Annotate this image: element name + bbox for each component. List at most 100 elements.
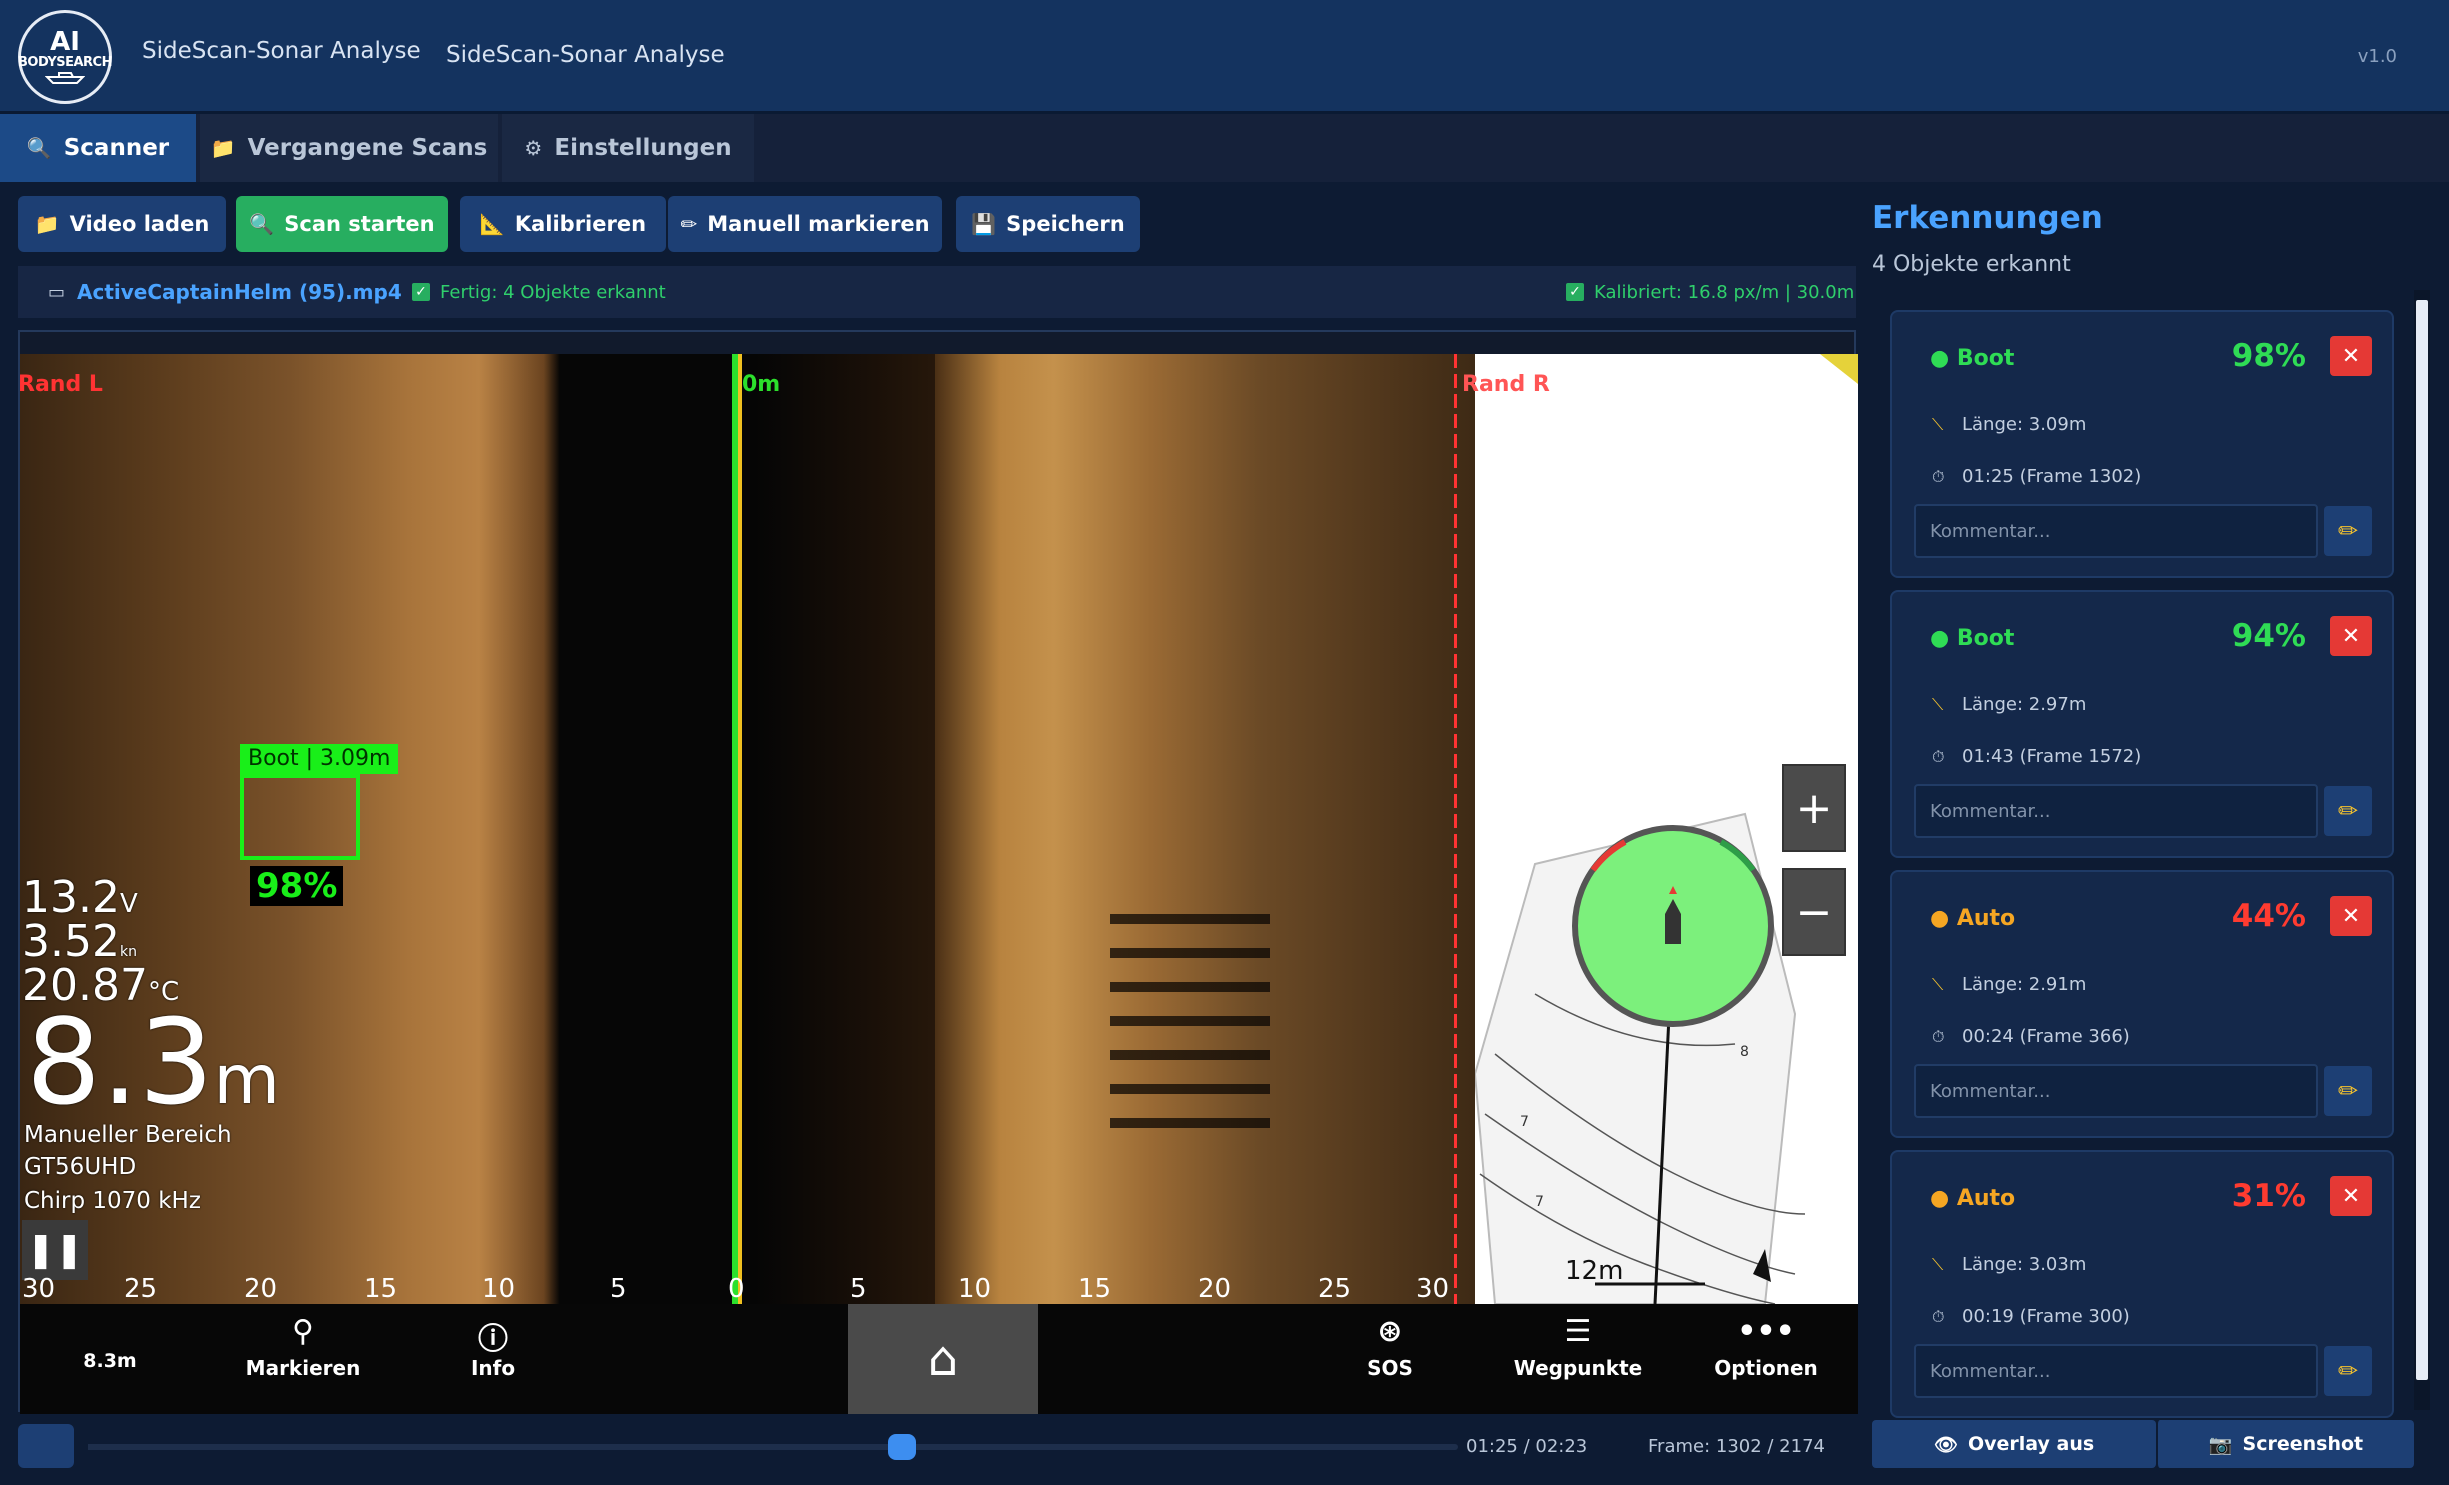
detection-confidence: 94%: [2231, 618, 2306, 654]
delete-detection-button[interactable]: ✕: [2330, 616, 2372, 656]
water-column-left: [560, 354, 750, 1304]
detection-length: ⟍ Länge: 2.91m: [1932, 974, 2086, 995]
start-scan-button[interactable]: 🔍 Scan starten: [236, 196, 448, 252]
length-text: Länge: 3.09m: [1962, 414, 2087, 435]
ruler-icon: ⟍: [1932, 414, 1944, 434]
tab-label: Scanner: [63, 135, 170, 161]
pencil-icon: ✏: [680, 212, 698, 236]
app-subtitle: SideScan-Sonar Analyse: [446, 42, 725, 68]
map-zoom-in-button[interactable]: +: [1782, 764, 1846, 852]
left-edge-label: Rand L: [20, 372, 103, 397]
stopwatch-icon: ⏱: [1932, 1306, 1945, 1326]
time-readout: 01:25 / 02:23: [1466, 1436, 1588, 1457]
detection-confidence: 98%: [250, 866, 344, 906]
close-icon: ✕: [2341, 1183, 2361, 1209]
button-label: Overlay aus: [1967, 1433, 2095, 1455]
delete-detection-button[interactable]: ✕: [2330, 1176, 2372, 1216]
file-status-bar: ▭ ActiveCaptainHelm (95).mp4 ✓ Fertig: 4 O…: [18, 266, 1856, 318]
water-column-right: [755, 354, 955, 1304]
manual-mark-button[interactable]: ✏ Manuell markieren: [668, 196, 942, 252]
scale-tick: 10: [482, 1274, 516, 1304]
scale-tick: 15: [1078, 1274, 1112, 1304]
home-button[interactable]: ⌂: [848, 1304, 1038, 1414]
ruler-icon: ⟍: [1932, 694, 1944, 714]
detection-list-scrollbar[interactable]: [2414, 290, 2430, 1410]
sonar-viewer[interactable]: 12m 8 7 7 + − Rand L 0m Rand R Boot | 3.…: [18, 330, 1858, 1414]
detection-card[interactable]: ● Boot 98% ✕ ⟍ Länge: 3.09m ⏱ 01:25 (Frame…: [1890, 310, 2394, 578]
delete-detection-button[interactable]: ✕: [2330, 896, 2372, 936]
info-icon: ⓘ: [478, 1322, 508, 1357]
detection-length: ⟍ Länge: 3.03m: [1932, 1254, 2086, 1275]
panel-subtitle: 4 Objekte erkannt: [1872, 252, 2071, 277]
button-label: Scan starten: [284, 212, 435, 236]
gear-icon: ⚙: [524, 136, 543, 160]
ruler-icon: ⟍: [1932, 1254, 1944, 1274]
edit-comment-button[interactable]: ✏: [2324, 1346, 2372, 1396]
edit-comment-button[interactable]: ✏: [2324, 786, 2372, 836]
edit-comment-button[interactable]: ✏: [2324, 1066, 2372, 1116]
detection-list: ● Boot 98% ✕ ⟍ Länge: 3.09m ⏱ 01:25 (Frame…: [1890, 310, 2394, 1420]
time-text: 00:24 (Frame 366): [1962, 1026, 2130, 1047]
ruler-icon: ⟍: [1932, 974, 1944, 994]
scale-tick: 20: [1198, 1274, 1232, 1304]
play-button[interactable]: [18, 1424, 74, 1468]
info-menu-button[interactable]: ⓘ Info: [423, 1314, 563, 1380]
eye-icon: 👁: [1933, 1433, 1958, 1456]
more-dots-icon: •••: [1737, 1314, 1795, 1349]
close-icon: ✕: [2341, 343, 2361, 369]
menu-label: Info: [470, 1356, 516, 1380]
device-model: GT56UHD: [24, 1154, 137, 1180]
button-label: Speichern: [1006, 212, 1125, 236]
lifebuoy-icon: ⊛: [1377, 1314, 1403, 1349]
detection-card[interactable]: ● Boot 94% ✕ ⟍ Länge: 2.97m ⏱ 01:43 (Frame…: [1890, 590, 2394, 858]
tab-label: Vergangene Scans: [247, 135, 488, 161]
sonar-right-texture: [935, 354, 1475, 1304]
map-distance: 12m: [1565, 1256, 1624, 1286]
time-text: 01:25 (Frame 1302): [1962, 466, 2142, 487]
scan-status: ✓ Fertig: 4 Objekte erkannt: [412, 282, 666, 303]
check-icon: ✓: [1566, 283, 1584, 301]
right-edge-label: Rand R: [1462, 372, 1550, 397]
tab-past-scans[interactable]: 📁 Vergangene Scans: [200, 114, 498, 182]
scrollbar-thumb[interactable]: [2416, 300, 2428, 1380]
tab-scanner[interactable]: 🔍 Scanner: [0, 114, 196, 182]
speed-unit: kn: [119, 944, 137, 960]
comment-input[interactable]: [1914, 784, 2318, 838]
time-text: 01:43 (Frame 1572): [1962, 746, 2142, 767]
sos-menu-button[interactable]: ⊛ SOS: [1320, 1314, 1460, 1380]
home-icon: ⌂: [927, 1331, 959, 1387]
search-icon: 🔍: [26, 136, 52, 160]
screenshot-button[interactable]: 📷 Screenshot: [2156, 1420, 2414, 1468]
delete-detection-button[interactable]: ✕: [2330, 336, 2372, 376]
scale-tick: 0: [728, 1274, 745, 1304]
pause-button[interactable]: ❚❚: [22, 1220, 88, 1280]
waypoints-menu-button[interactable]: ☰ Wegpunkte: [1508, 1314, 1648, 1380]
detection-length: ⟍ Länge: 3.09m: [1932, 414, 2086, 435]
tab-settings[interactable]: ⚙ Einstellungen: [502, 114, 754, 182]
comment-input[interactable]: [1914, 1344, 2318, 1398]
comment-input[interactable]: [1914, 1064, 2318, 1118]
calibration-status: ✓ Kalibriert: 16.8 px/m | 30.0m: [1566, 282, 1854, 303]
button-label: Kalibrieren: [514, 212, 647, 236]
file-name-text: ActiveCaptainHelm (95).mp4: [77, 280, 402, 304]
save-button[interactable]: 💾 Speichern: [956, 196, 1140, 252]
edit-comment-button[interactable]: ✏: [2324, 506, 2372, 556]
calibrate-button[interactable]: 📐 Kalibrieren: [460, 196, 666, 252]
comment-input[interactable]: [1914, 504, 2318, 558]
detection-card[interactable]: ● Auto 31% ✕ ⟍ Länge: 3.03m ⏱ 00:19 (Frame…: [1890, 1150, 2394, 1418]
overlay-toggle-button[interactable]: 👁 Overlay aus: [1872, 1420, 2156, 1468]
frame-readout: Frame: 1302 / 2174: [1648, 1436, 1825, 1457]
map-zoom-out-button[interactable]: −: [1782, 868, 1846, 956]
load-video-button[interactable]: 📁 Video laden: [18, 196, 226, 252]
timeline-slider[interactable]: [88, 1434, 1458, 1460]
pencil-icon: ✏: [2337, 1077, 2359, 1105]
menu-label: Optionen: [1714, 1356, 1818, 1380]
mark-menu-button[interactable]: ⚲ Markieren: [233, 1314, 373, 1380]
close-icon: ✕: [2341, 623, 2361, 649]
center-line-accent: [738, 354, 742, 1304]
app-header: AI BODYSEARCH SideScan-Sonar Analyse Sid…: [0, 0, 2449, 114]
detection-card[interactable]: ● Auto 44% ✕ ⟍ Länge: 2.91m ⏱ 00:24 (Frame…: [1890, 870, 2394, 1138]
options-menu-button[interactable]: ••• Optionen: [1696, 1314, 1836, 1380]
timeline-thumb[interactable]: [887, 1434, 916, 1460]
detection-box[interactable]: [240, 774, 360, 860]
